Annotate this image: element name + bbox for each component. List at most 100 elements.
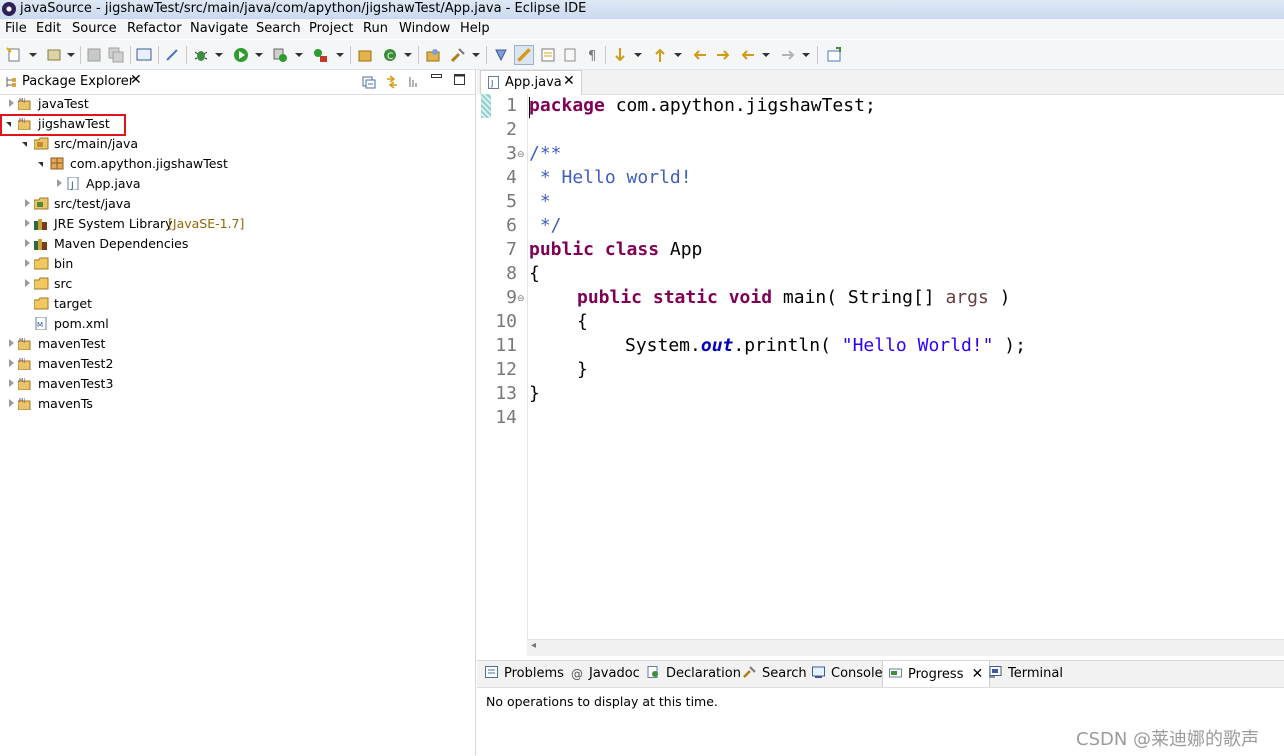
menu-help[interactable]: Help <box>460 21 490 36</box>
code-line-7: public class App <box>529 239 702 260</box>
menu-search[interactable]: Search <box>256 21 301 36</box>
package-explorer-tab[interactable]: Package Explorer ✕ <box>0 70 475 95</box>
tree-item-javatest[interactable]: MJ javaTest <box>0 94 470 114</box>
menu-run[interactable]: Run <box>363 21 388 36</box>
block-selection-icon[interactable] <box>540 47 556 63</box>
menu-window[interactable]: Window <box>399 21 450 36</box>
forward-icon[interactable] <box>780 47 796 63</box>
coverage-icon[interactable] <box>272 47 288 63</box>
last-edit-location-icon[interactable] <box>692 47 708 63</box>
previous-annotation-icon[interactable] <box>652 47 668 63</box>
tree-item-label: target <box>54 296 93 311</box>
package-explorer-title: Package Explorer <box>22 74 135 89</box>
tab-label: Declaration <box>666 666 741 681</box>
editor-tab-app-java[interactable]: J App.java ✕ <box>480 70 582 95</box>
view-menu-icon[interactable] <box>408 76 418 88</box>
code-text: ) <box>988 287 1011 308</box>
title-bar: javaSource - jigshawTest/src/main/java/c… <box>0 0 1284 20</box>
save-icon[interactable] <box>86 47 102 63</box>
tree-item-package[interactable]: com.apython.jigshawTest <box>0 154 470 174</box>
tree-item-maven-dependencies[interactable]: Maven Dependencies <box>0 234 470 254</box>
progress-message: No operations to display at this time. <box>486 694 718 709</box>
scroll-left-icon[interactable]: ◂ <box>531 640 536 651</box>
package-explorer-icon <box>6 77 16 87</box>
svg-text:M: M <box>19 98 23 104</box>
expand-arrow-icon[interactable] <box>9 339 14 347</box>
expand-arrow-icon[interactable] <box>25 279 30 287</box>
new-java-class-icon[interactable]: C <box>382 47 398 63</box>
new-java-project-icon[interactable] <box>357 47 373 63</box>
collapse-all-icon[interactable] <box>362 76 376 89</box>
expand-arrow-icon[interactable] <box>25 199 30 207</box>
save-all-icon[interactable] <box>108 47 124 63</box>
tab-javadoc[interactable]: @ Javadoc <box>571 666 640 681</box>
run-icon[interactable] <box>233 47 249 63</box>
search-tool-icon[interactable] <box>450 47 466 63</box>
collapse-arrow-icon[interactable] <box>38 162 43 167</box>
open-console-icon[interactable] <box>136 47 152 63</box>
pilcrow-icon[interactable]: ¶ <box>585 47 601 63</box>
svg-text:J: J <box>23 398 25 404</box>
open-perspective-icon[interactable] <box>826 47 842 63</box>
close-icon[interactable]: ✕ <box>130 72 142 88</box>
tree-item-src-test-java[interactable]: src/test/java <box>0 194 470 214</box>
tree-item-src[interactable]: src <box>0 274 470 294</box>
menu-file[interactable]: File <box>5 21 27 36</box>
new-icon[interactable] <box>6 47 22 63</box>
tree-item-target[interactable]: target <box>0 294 470 314</box>
tab-problems[interactable]: Problems <box>485 666 564 681</box>
tree-item-app-java[interactable]: J App.java <box>0 174 470 194</box>
mark-occurrences-icon[interactable] <box>514 45 534 65</box>
tree-item-bin[interactable]: bin <box>0 254 470 274</box>
code-line-12: } <box>577 359 588 380</box>
tree-item-label: App.java <box>86 176 141 191</box>
open-type-icon[interactable] <box>425 47 441 63</box>
close-icon[interactable]: ✕ <box>563 73 575 89</box>
expand-arrow-icon[interactable] <box>57 179 62 187</box>
tree-item-maventest[interactable]: MJ mavenTest <box>0 334 470 354</box>
close-icon[interactable]: ✕ <box>971 666 983 682</box>
tree-item-src-main-java[interactable]: src/main/java <box>0 134 470 154</box>
toggle-annotation-icon[interactable] <box>493 47 509 63</box>
tab-search[interactable]: Search <box>743 666 807 681</box>
horizontal-scrollbar[interactable]: ◂ <box>527 639 1284 656</box>
menu-source[interactable]: Source <box>72 21 117 36</box>
tree-item-jre-library[interactable]: JRE System Library [JavaSE-1.7] <box>0 214 470 234</box>
expand-arrow-icon[interactable] <box>9 359 14 367</box>
forward-history-icon[interactable] <box>715 47 731 63</box>
maximize-icon[interactable] <box>454 74 465 85</box>
terminal-icon <box>989 666 1002 678</box>
menu-refactor[interactable]: Refactor <box>127 21 182 36</box>
new-package-icon[interactable] <box>46 47 62 63</box>
tab-terminal[interactable]: Terminal <box>989 666 1063 681</box>
tree-item-maventest3[interactable]: MJ mavenTest3 <box>0 374 470 394</box>
tab-label: Problems <box>504 666 564 681</box>
at-icon: @ <box>571 667 583 681</box>
minimize-icon[interactable] <box>431 74 442 79</box>
menu-project[interactable]: Project <box>309 21 353 36</box>
expand-arrow-icon[interactable] <box>9 399 14 407</box>
skip-breakpoints-icon[interactable] <box>164 47 180 63</box>
collapse-arrow-icon[interactable] <box>22 142 27 147</box>
external-tools-icon[interactable] <box>312 47 328 63</box>
menu-navigate[interactable]: Navigate <box>190 21 248 36</box>
expand-arrow-icon[interactable] <box>25 259 30 267</box>
code-area[interactable]: package com.apython.jigshawTest; /** * H… <box>477 94 1284 639</box>
tree-item-maventest2[interactable]: MJ mavenTest2 <box>0 354 470 374</box>
tree-item-label: src <box>54 276 73 291</box>
debug-icon[interactable] <box>193 47 209 63</box>
expand-arrow-icon[interactable] <box>25 239 30 247</box>
next-annotation-icon[interactable] <box>612 47 628 63</box>
show-whitespace-icon[interactable] <box>562 47 578 63</box>
tree-item-pom-xml[interactable]: M pom.xml <box>0 314 470 334</box>
expand-arrow-icon[interactable] <box>9 99 14 107</box>
expand-arrow-icon[interactable] <box>25 219 30 227</box>
link-with-editor-icon[interactable] <box>385 75 399 89</box>
tab-progress[interactable]: Progress ✕ <box>882 661 991 687</box>
tab-console[interactable]: Console <box>812 666 883 681</box>
tree-item-mavents[interactable]: MJ mavenTs <box>0 394 470 414</box>
tab-declaration[interactable]: Declaration <box>647 666 741 681</box>
expand-arrow-icon[interactable] <box>9 379 14 387</box>
back-icon[interactable] <box>740 47 756 63</box>
menu-edit[interactable]: Edit <box>36 21 61 36</box>
